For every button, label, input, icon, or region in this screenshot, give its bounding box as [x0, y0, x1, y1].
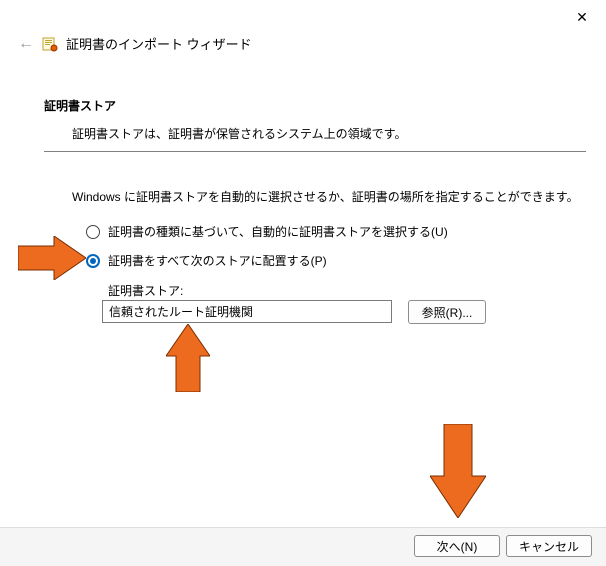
cancel-button-label: キャンセル [519, 538, 579, 555]
certificate-store-value: 信頼されたルート証明機関 [109, 303, 253, 320]
browse-button-label: 参照(R)... [422, 304, 473, 321]
browse-button[interactable]: 参照(R)... [408, 300, 486, 324]
wizard-title: 証明書のインポート ウィザード [66, 34, 252, 53]
radio-unselected-icon [86, 225, 100, 239]
radio-place-all-in-store[interactable]: 証明書をすべて次のストアに配置する(P) [86, 252, 327, 269]
close-icon[interactable]: ✕ [570, 5, 594, 29]
divider [44, 151, 586, 152]
radio-auto-label: 証明書の種類に基づいて、自動的に証明書ストアを選択する(U) [108, 223, 448, 240]
instruction-text: Windows に証明書ストアを自動的に選択させるか、証明書の場所を指定すること… [72, 188, 579, 205]
wizard-header: ← 証明書のインポート ウィザード [18, 34, 252, 53]
footer-bar: 次へ(N) キャンセル [0, 527, 606, 566]
annotation-arrow-right-icon [18, 236, 86, 280]
certificate-store-input[interactable]: 信頼されたルート証明機関 [102, 300, 392, 323]
section-heading: 証明書ストア [44, 97, 116, 114]
annotation-arrow-down-icon [430, 424, 486, 518]
radio-auto-select-store[interactable]: 証明書の種類に基づいて、自動的に証明書ストアを選択する(U) [86, 223, 448, 240]
certificate-icon [42, 36, 58, 52]
radio-selected-icon [86, 254, 100, 268]
next-button[interactable]: 次へ(N) [414, 535, 500, 557]
title-bar: ✕ [0, 0, 606, 30]
back-arrow-icon[interactable]: ← [18, 35, 34, 53]
cancel-button[interactable]: キャンセル [506, 535, 592, 557]
store-field-label: 証明書ストア: [108, 282, 183, 299]
annotation-arrow-up-icon [166, 324, 210, 392]
radio-manual-label: 証明書をすべて次のストアに配置する(P) [108, 252, 327, 269]
section-intro: 証明書ストアは、証明書が保管されるシステム上の領域です。 [72, 125, 406, 142]
next-button-label: 次へ(N) [437, 538, 478, 555]
